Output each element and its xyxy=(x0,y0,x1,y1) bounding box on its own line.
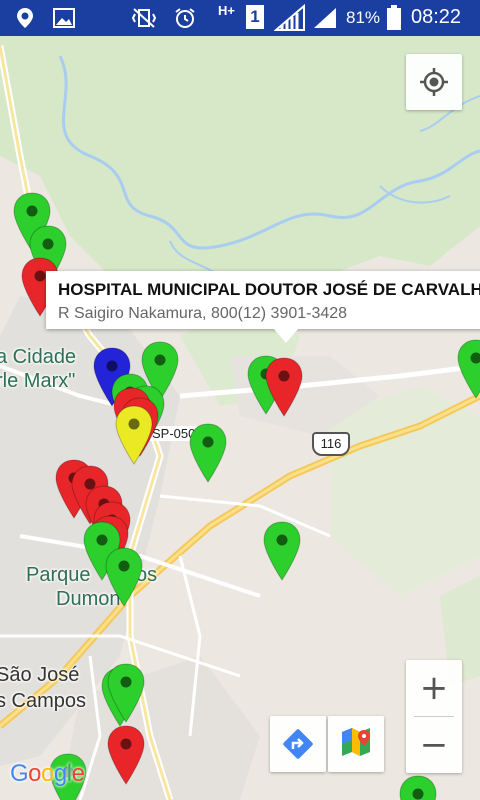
signal-icon xyxy=(314,8,336,28)
map-marker-green[interactable] xyxy=(398,774,438,800)
location-icon xyxy=(17,8,33,28)
sim-slot-badge: 1 xyxy=(246,5,264,29)
info-window-tail xyxy=(274,329,298,343)
zoom-controls: + − xyxy=(406,660,462,773)
map-marker-green[interactable] xyxy=(104,546,144,608)
place-label: a Cidade xyxy=(0,346,76,369)
google-maps-icon xyxy=(342,728,370,756)
map-marker-green[interactable] xyxy=(262,520,302,582)
info-window-title: HOSPITAL MUNICIPAL DOUTOR JOSÉ DE CARVAL… xyxy=(58,280,480,299)
network-type: H+ xyxy=(218,3,235,18)
place-label-text: Parque xyxy=(26,564,91,586)
battery-icon xyxy=(387,5,401,30)
place-label: s Campos xyxy=(0,690,86,713)
highway-shield-text: 116 xyxy=(320,436,342,451)
map-marker-green[interactable] xyxy=(188,422,228,484)
status-bar: H+ 1 81% 08:22 xyxy=(0,0,480,36)
vibrate-icon xyxy=(131,8,157,28)
info-window-snippet: R Saigiro Nakamura, 800(12) 3901-3428 xyxy=(58,305,348,322)
google-logo-letter: g xyxy=(53,760,67,787)
place-label-text: rle Marx" xyxy=(0,370,76,392)
place-label: São José xyxy=(0,664,79,687)
google-logo-letter: e xyxy=(71,760,85,787)
zoom-out-label: − xyxy=(419,725,449,765)
place-label: rle Marx" xyxy=(0,370,75,393)
sim-slot-number: 1 xyxy=(250,7,260,26)
my-location-button[interactable] xyxy=(406,54,462,110)
google-logo-letter: o xyxy=(28,760,42,787)
zoom-out-button[interactable]: − xyxy=(406,717,462,773)
clock: 08:22 xyxy=(411,6,462,28)
my-location-icon xyxy=(420,68,448,96)
directions-button[interactable] xyxy=(270,716,326,772)
zoom-in-label: + xyxy=(419,668,449,708)
map-view[interactable]: a Cidade rle Marx" Parque os Dumon São J… xyxy=(0,36,480,800)
alarm-icon xyxy=(175,8,195,28)
map-marker-red[interactable] xyxy=(264,356,304,418)
image-icon xyxy=(53,8,75,28)
place-label: Parque xyxy=(26,564,91,587)
signal-icon xyxy=(274,4,305,31)
place-label-text: a Cidade xyxy=(0,346,77,368)
google-logo-letter: o xyxy=(41,760,54,787)
zoom-in-button[interactable]: + xyxy=(406,660,462,716)
directions-icon xyxy=(283,729,313,759)
open-google-maps-button[interactable] xyxy=(328,716,384,772)
google-logo-letter: G xyxy=(10,760,29,787)
highway-shield-116: 116 xyxy=(312,432,350,456)
map-marker-yellow[interactable] xyxy=(114,404,154,466)
map-marker-green[interactable] xyxy=(106,662,146,724)
place-label-text: São José xyxy=(0,664,80,686)
place-label-text: s Campos xyxy=(0,690,87,712)
map-marker-red[interactable] xyxy=(106,724,146,786)
map-marker-green[interactable] xyxy=(456,338,480,400)
google-logo: Google xyxy=(10,760,85,788)
info-window[interactable]: HOSPITAL MUNICIPAL DOUTOR JOSÉ DE CARVAL… xyxy=(46,271,480,343)
battery-percent: 81% xyxy=(346,8,381,27)
